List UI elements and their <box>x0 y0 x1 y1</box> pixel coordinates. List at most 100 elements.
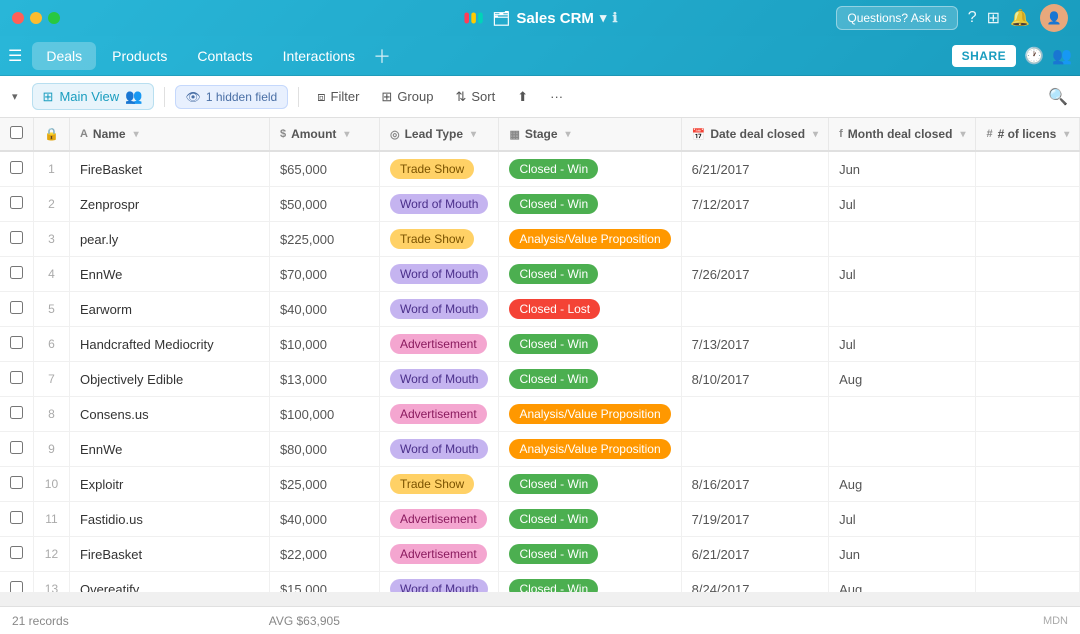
minimize-button[interactable] <box>30 12 42 24</box>
stage-badge: Closed - Win <box>509 334 598 354</box>
col-header-month-deal-closed[interactable]: fMonth deal closed▾ <box>829 118 976 151</box>
col-sort-icon[interactable]: ▾ <box>134 129 139 140</box>
more-button[interactable]: ··· <box>542 85 571 108</box>
filter-button[interactable]: ⧈ Filter <box>309 85 367 109</box>
ask-us-button[interactable]: Questions? Ask us <box>836 6 957 30</box>
row-checkbox[interactable] <box>10 161 23 174</box>
app-title: 🗂 Sales CRM ▾ ℹ <box>493 10 618 27</box>
row-checkbox[interactable] <box>10 301 23 314</box>
grid-icon[interactable]: ⊞ <box>987 8 1000 28</box>
row-date: 8/10/2017 <box>681 362 828 397</box>
row-checkbox[interactable] <box>10 511 23 524</box>
row-month: Jul <box>829 502 976 537</box>
bell-icon[interactable]: 🔔 <box>1010 8 1030 28</box>
table-row[interactable]: 2Zenprospr$50,000Word of MouthClosed - W… <box>0 187 1080 222</box>
hidden-fields-button[interactable]: 👁 1 hidden field <box>175 85 289 109</box>
table-row[interactable]: 12FireBasket$22,000AdvertisementClosed -… <box>0 537 1080 572</box>
row-amount: $80,000 <box>269 432 379 467</box>
add-tab-button[interactable]: ＋ <box>373 43 391 69</box>
lead-badge: Trade Show <box>390 229 474 249</box>
close-button[interactable] <box>12 12 24 24</box>
table-row[interactable]: 3pear.ly$225,000Trade ShowAnalysis/Value… <box>0 222 1080 257</box>
table-row[interactable]: 6Handcrafted Mediocrity$10,000Advertisem… <box>0 327 1080 362</box>
stage-badge: Closed - Win <box>509 544 598 564</box>
table-row[interactable]: 9EnnWe$80,000Word of MouthAnalysis/Value… <box>0 432 1080 467</box>
row-number: 8 <box>34 397 70 432</box>
row-number: 12 <box>34 537 70 572</box>
row-checkbox[interactable] <box>10 581 23 592</box>
nav-tab-contacts[interactable]: Contacts <box>183 42 266 70</box>
table-row[interactable]: 10Exploitr$25,000Trade ShowClosed - Win8… <box>0 467 1080 502</box>
view-dropdown-arrow[interactable]: ▾ <box>12 90 18 103</box>
row-checkbox[interactable] <box>10 336 23 349</box>
row-checkbox[interactable] <box>10 231 23 244</box>
table-row[interactable]: 8Consens.us$100,000AdvertisementAnalysis… <box>0 397 1080 432</box>
row-license <box>976 397 1080 432</box>
row-lead-type: Advertisement <box>379 327 498 362</box>
table-row[interactable]: 7Objectively Edible$13,000Word of MouthC… <box>0 362 1080 397</box>
export-button[interactable]: ⬆ <box>509 85 536 109</box>
title-right: Questions? Ask us ? ⊞ 🔔 👤 <box>836 4 1068 32</box>
col-sort-icon[interactable]: ▾ <box>813 129 818 140</box>
row-checkbox[interactable] <box>10 441 23 454</box>
title-dropdown[interactable]: ▾ <box>600 10 607 26</box>
col-sort-icon[interactable]: ▾ <box>1064 129 1069 140</box>
main-view-button[interactable]: ⊞ Main View 👥 <box>32 83 154 110</box>
col-header-stage[interactable]: ▦Stage▾ <box>499 118 681 151</box>
footer-right: MDN <box>1043 615 1068 627</box>
col-header-amount[interactable]: $Amount▾ <box>269 118 379 151</box>
row-checkbox[interactable] <box>10 266 23 279</box>
row-month <box>829 292 976 327</box>
row-name: Exploitr <box>69 467 269 502</box>
lead-badge: Advertisement <box>390 334 487 354</box>
row-checkbox[interactable] <box>10 371 23 384</box>
row-month: Aug <box>829 362 976 397</box>
col-sort-icon[interactable]: ▾ <box>344 129 349 140</box>
info-icon[interactable]: ℹ <box>612 10 617 26</box>
row-name: EnnWe <box>69 432 269 467</box>
row-name: pear.ly <box>69 222 269 257</box>
sort-button[interactable]: ⇅ Sort <box>447 85 503 109</box>
nav-tab-products[interactable]: Products <box>98 42 181 70</box>
toolbar-left: ▾ ⊞ Main View 👥 👁 1 hidden field ⧈ Filte… <box>12 83 571 110</box>
row-lead-type: Word of Mouth <box>379 257 498 292</box>
nav-tab-deals[interactable]: Deals <box>32 42 96 70</box>
col-sort-icon[interactable]: ▾ <box>566 129 571 140</box>
row-name: Handcrafted Mediocrity <box>69 327 269 362</box>
sort-icon: ⇅ <box>455 89 466 105</box>
col-header-lead-type[interactable]: ◎Lead Type▾ <box>379 118 498 151</box>
nav-tab-interactions[interactable]: Interactions <box>269 42 369 70</box>
row-checkbox[interactable] <box>10 476 23 489</box>
row-amount: $100,000 <box>269 397 379 432</box>
col-header-date-deal-closed[interactable]: 📅Date deal closed▾ <box>681 118 828 151</box>
table-row[interactable]: 4EnnWe$70,000Word of MouthClosed - Win7/… <box>0 257 1080 292</box>
col-header-#-of-licens[interactable]: ## of licens▾ <box>976 118 1080 151</box>
stage-badge: Closed - Win <box>509 474 598 494</box>
select-all-checkbox[interactable] <box>10 126 23 139</box>
ellipsis-icon: ··· <box>550 89 563 104</box>
group-button[interactable]: ⊞ Group <box>373 85 441 109</box>
share-button[interactable]: SHARE <box>952 45 1017 67</box>
history-icon[interactable]: 🕐 <box>1024 46 1044 66</box>
table-row[interactable]: 13Overeatify$15,000Word of MouthClosed -… <box>0 572 1080 593</box>
search-icon[interactable]: 🔍 <box>1048 89 1068 106</box>
row-name: Consens.us <box>69 397 269 432</box>
stage-badge: Closed - Lost <box>509 299 600 319</box>
col-sort-icon[interactable]: ▾ <box>471 129 476 140</box>
row-checkbox[interactable] <box>10 546 23 559</box>
maximize-button[interactable] <box>48 12 60 24</box>
table-row[interactable]: 11Fastidio.us$40,000AdvertisementClosed … <box>0 502 1080 537</box>
avatar[interactable]: 👤 <box>1040 4 1068 32</box>
col-header-name[interactable]: AName▾ <box>69 118 269 151</box>
table-row[interactable]: 1FireBasket$65,000Trade ShowClosed - Win… <box>0 151 1080 187</box>
row-checkbox[interactable] <box>10 196 23 209</box>
table-row[interactable]: 5Earworm$40,000Word of MouthClosed - Los… <box>0 292 1080 327</box>
help-icon[interactable]: ? <box>968 9 977 27</box>
hamburger-icon[interactable]: ☰ <box>8 46 22 66</box>
row-stage: Closed - Win <box>499 257 681 292</box>
col-sort-icon[interactable]: ▾ <box>960 129 965 140</box>
table-container[interactable]: 🔒AName▾$Amount▾◎Lead Type▾▦Stage▾📅Date d… <box>0 118 1080 592</box>
row-stage: Closed - Win <box>499 537 681 572</box>
users-icon[interactable]: 👥 <box>1052 46 1072 66</box>
row-checkbox[interactable] <box>10 406 23 419</box>
